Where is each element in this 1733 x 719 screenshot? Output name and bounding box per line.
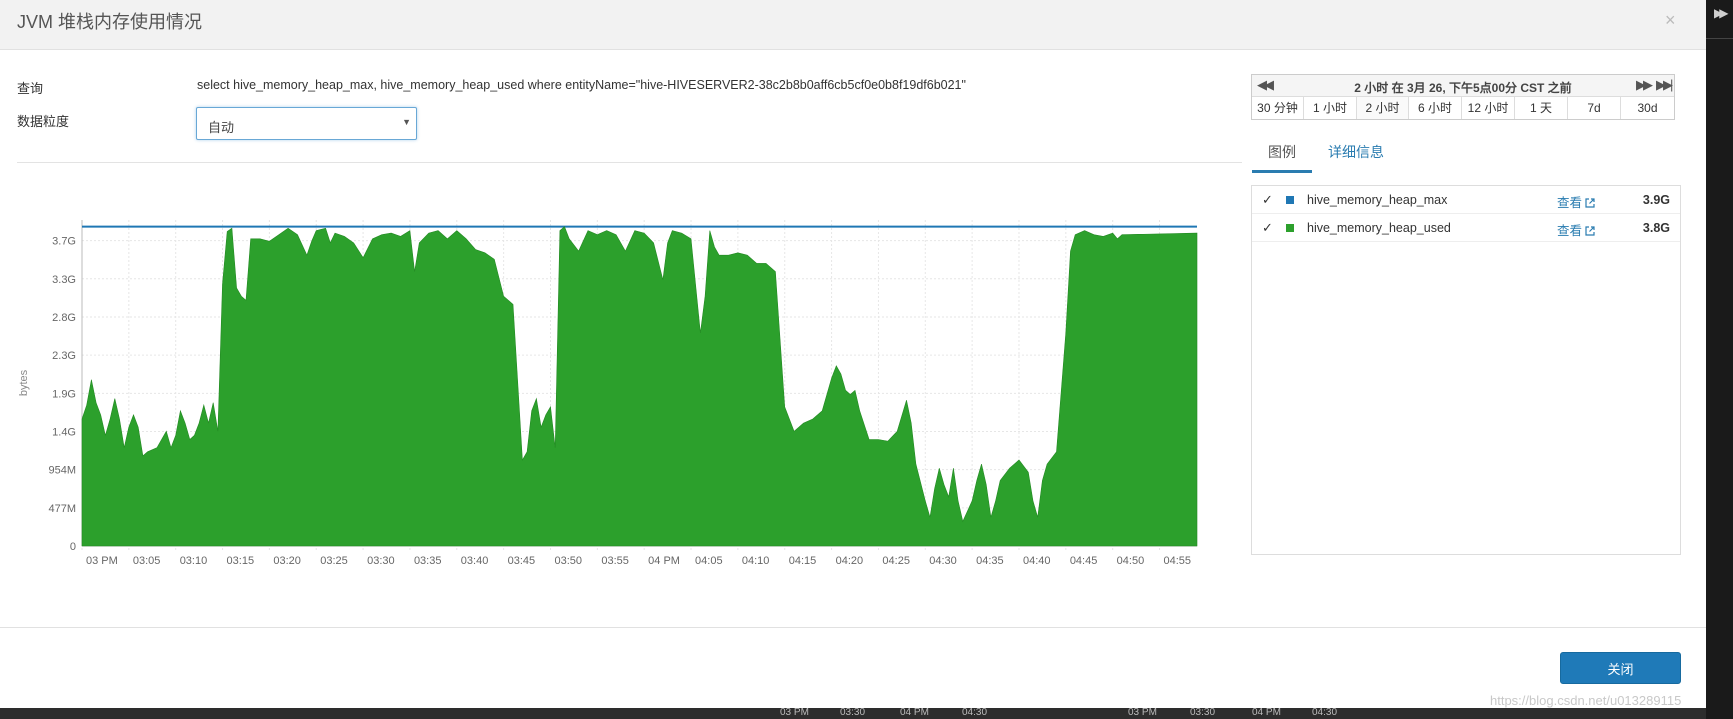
heap-usage-chart: 0 477M 954M 1.4G 1.9G 2.3G 2.8G 3.3G 3.7G 03 PM 03… xyxy=(18,220,1198,567)
backdrop-tick: 04:30 xyxy=(962,707,988,718)
x-tick-label: 04:15 xyxy=(789,555,817,567)
x-tick-label: 03:50 xyxy=(554,555,582,567)
footer-divider xyxy=(0,627,1706,628)
x-tick-label: 03:45 xyxy=(508,555,536,567)
y-axis-label: bytes xyxy=(18,369,30,396)
y-tick-label: 477M xyxy=(48,503,76,515)
watermark: https://blog.csdn.net/u013289115 xyxy=(1490,693,1682,708)
backdrop-tick: 03:30 xyxy=(840,707,866,718)
granularity-value: 自动 xyxy=(208,120,235,135)
x-tick-label: 03 PM xyxy=(86,555,118,567)
series-swatch-used xyxy=(1286,224,1294,232)
time-range-header: ◀◀ 2 小时 在 3月 26, 下午5点00分 CST 之前 ▶▶ ▶▶| xyxy=(1252,75,1674,97)
x-tick-label: 04:30 xyxy=(929,555,957,567)
chevron-down-icon: ▼ xyxy=(402,117,411,127)
close-icon[interactable]: × xyxy=(1665,10,1676,31)
time-range-navigator: ◀◀ 2 小时 在 3月 26, 下午5点00分 CST 之前 ▶▶ ▶▶| 3… xyxy=(1251,74,1675,120)
x-tick-label: 04:05 xyxy=(695,555,723,567)
y-tick-label: 1.9G xyxy=(52,388,76,400)
range-button-2h[interactable]: 2 小时 xyxy=(1357,97,1409,119)
view-link-label: 查看 xyxy=(1557,196,1583,210)
granularity-select[interactable]: 自动 ▼ xyxy=(196,107,417,140)
x-tick-label: 03:05 xyxy=(133,555,161,567)
x-tick-label: 03:40 xyxy=(461,555,489,567)
modal-header: JVM 堆栈内存使用情况 × xyxy=(0,0,1706,50)
backdrop-tick: 03:30 xyxy=(1190,707,1216,718)
query-text: select hive_memory_heap_max, hive_memory… xyxy=(197,78,966,92)
backdrop-tick: 04 PM xyxy=(900,707,929,718)
backdrop-tick: 03 PM xyxy=(780,707,809,718)
backdrop-tick: 04:30 xyxy=(1312,707,1338,718)
x-tick-label: 04 PM xyxy=(648,555,680,567)
x-tick-label: 04:45 xyxy=(1070,555,1098,567)
legend-series-name: hive_memory_heap_max xyxy=(1307,193,1448,207)
x-tick-label: 03:25 xyxy=(320,555,348,567)
view-link[interactable]: 查看 xyxy=(1557,192,1595,211)
y-tick-label: 3.7G xyxy=(52,236,76,248)
backdrop-tick: 03 PM xyxy=(1128,707,1157,718)
legend-panel: ✓ hive_memory_heap_max 查看 3.9G ✓ hive_me… xyxy=(1251,185,1681,555)
view-link-label: 查看 xyxy=(1557,224,1583,238)
y-tick-label: 0 xyxy=(70,541,76,553)
backdrop-tick: 04 PM xyxy=(1252,707,1281,718)
range-button-1d[interactable]: 1 天 xyxy=(1515,97,1568,119)
y-tick-label: 3.3G xyxy=(52,274,76,286)
y-tick-label: 1.4G xyxy=(52,426,76,438)
x-tick-label: 04:25 xyxy=(882,555,910,567)
backdrop-page-right: ▶▶ xyxy=(1706,0,1733,719)
legend-series-value: 3.8G xyxy=(1642,221,1670,235)
y-tick-label: 2.3G xyxy=(52,350,76,362)
series-swatch-max xyxy=(1286,196,1294,204)
external-link-icon xyxy=(1585,226,1595,236)
legend-series-value: 3.9G xyxy=(1642,193,1670,207)
series-area-heap-used xyxy=(81,226,1198,547)
x-tick-label: 03:30 xyxy=(367,555,395,567)
jump-to-now-icon[interactable]: ▶▶| xyxy=(1656,77,1673,93)
y-tick-label: 954M xyxy=(48,465,76,477)
view-link[interactable]: 查看 xyxy=(1557,220,1595,239)
y-tick-label: 2.8G xyxy=(52,312,76,324)
x-tick-label: 04:20 xyxy=(836,555,864,567)
backdrop-page-bottom: 03 PM 03:30 04 PM 04:30 03 PM 03:30 04 P… xyxy=(0,707,1706,719)
jvm-heap-modal: JVM 堆栈内存使用情况 × 查询 select hive_memory_hea… xyxy=(0,0,1706,708)
tab-details[interactable]: 详细信息 xyxy=(1328,139,1384,173)
x-tick-label: 03:10 xyxy=(180,555,208,567)
legend-series-name: hive_memory_heap_used xyxy=(1307,221,1451,235)
step-forward-icon[interactable]: ▶▶ xyxy=(1636,77,1653,93)
granularity-label: 数据粒度 xyxy=(17,114,70,129)
query-label: 查询 xyxy=(17,81,44,96)
x-tick-label: 04:55 xyxy=(1164,555,1192,567)
x-tick-label: 03:35 xyxy=(414,555,442,567)
x-tick-label: 03:20 xyxy=(273,555,301,567)
x-tick-label: 04:10 xyxy=(742,555,770,567)
range-button-30m[interactable]: 30 分钟 xyxy=(1252,97,1304,119)
section-divider xyxy=(17,162,1242,163)
x-tick-label: 04:35 xyxy=(976,555,1004,567)
range-button-12h[interactable]: 12 小时 xyxy=(1462,97,1515,119)
time-range-label: 2 小时 在 3月 26, 下午5点00分 CST 之前 xyxy=(1354,81,1572,95)
x-tick-label: 03:15 xyxy=(227,555,255,567)
backdrop-divider xyxy=(1706,38,1733,39)
external-link-icon xyxy=(1585,198,1595,208)
close-button[interactable]: 关闭 xyxy=(1560,652,1681,684)
range-button-6h[interactable]: 6 小时 xyxy=(1409,97,1462,119)
x-tick-label: 04:50 xyxy=(1117,555,1145,567)
legend-row: ✓ hive_memory_heap_used 查看 3.8G xyxy=(1252,214,1680,242)
modal-title: JVM 堆栈内存使用情况 xyxy=(17,12,203,32)
check-icon[interactable]: ✓ xyxy=(1262,192,1273,208)
tab-legend[interactable]: 图例 xyxy=(1252,139,1312,173)
fast-forward-icon: ▶▶ xyxy=(1714,6,1729,20)
check-icon[interactable]: ✓ xyxy=(1262,220,1273,236)
x-tick-label: 03:55 xyxy=(601,555,629,567)
range-button-7d[interactable]: 7d xyxy=(1568,97,1621,119)
x-tick-label: 04:40 xyxy=(1023,555,1051,567)
range-button-1h[interactable]: 1 小时 xyxy=(1304,97,1357,119)
range-button-30d[interactable]: 30d xyxy=(1621,97,1674,119)
legend-row: ✓ hive_memory_heap_max 查看 3.9G xyxy=(1252,186,1680,214)
